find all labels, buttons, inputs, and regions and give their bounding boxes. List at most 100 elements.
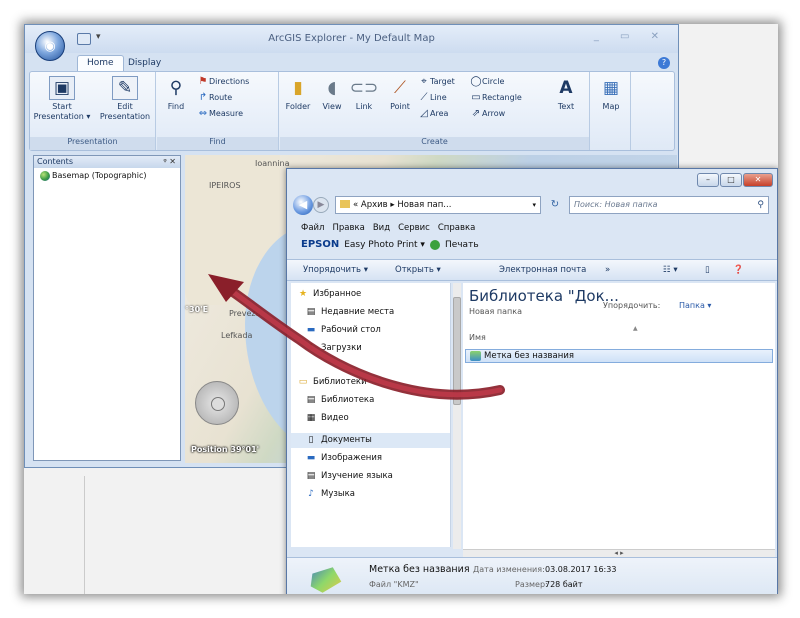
- window-title: ArcGIS Explorer - My Default Map: [268, 33, 435, 44]
- start-presentation-button[interactable]: ▣ Start Presentation ▾: [32, 76, 92, 122]
- search-input[interactable]: Поиск: Новая папка ⚲: [569, 196, 769, 214]
- circle-label: Circle: [482, 77, 505, 86]
- area-icon: ◿: [420, 108, 428, 119]
- open-button[interactable]: Открыть ▾: [395, 265, 441, 275]
- arcgis-titlebar: ▾ ArcGIS Explorer - My Default Map _ ▭ ✕: [25, 25, 678, 53]
- email-button[interactable]: Электронная почта: [499, 265, 586, 275]
- horizontal-scrollbar[interactable]: ◂ ▸: [463, 549, 775, 557]
- search-icon[interactable]: ⚲: [757, 197, 764, 213]
- menu-tools[interactable]: Сервис: [398, 223, 430, 233]
- navigation-control[interactable]: [195, 381, 239, 425]
- nav-images[interactable]: ▬ Изображения: [307, 453, 382, 463]
- tab-home[interactable]: Home: [77, 55, 124, 72]
- nav-recent[interactable]: ▤ Недавние места: [307, 307, 394, 317]
- line-icon: ⟋: [420, 92, 428, 103]
- basemap-label: Basemap (Topographic): [52, 171, 147, 180]
- refresh-button[interactable]: ↻: [547, 196, 563, 214]
- column-header-name[interactable]: Имя: [469, 333, 486, 342]
- library-title: Библиотека "Док...: [469, 287, 619, 305]
- nav-downloads[interactable]: ⬇ Загрузки: [307, 343, 362, 353]
- view-label: View: [322, 102, 342, 111]
- directions-button[interactable]: ⚑ Directions: [197, 76, 250, 87]
- globe-icon: [40, 171, 50, 181]
- find-button[interactable]: ⚲ Find: [161, 76, 191, 112]
- target-button[interactable]: ⌖ Target: [418, 76, 455, 87]
- text-icon: A: [559, 78, 573, 98]
- nav-scrollbar[interactable]: [453, 283, 461, 549]
- pin-close-icons[interactable]: ᵠ ✕: [163, 156, 176, 168]
- binoculars-icon: ⚲: [169, 78, 183, 98]
- measure-label: Measure: [209, 109, 243, 118]
- application-menu-button[interactable]: ◉: [35, 31, 65, 61]
- help-icon[interactable]: ❓: [733, 265, 744, 275]
- ribbon-tabs: Home Display ?: [25, 53, 678, 72]
- explorer-window-controls: – □ ✕: [697, 173, 773, 187]
- circle-button[interactable]: ◯Circle: [470, 76, 504, 87]
- file-thumbnail-icon: [310, 567, 342, 593]
- text-button[interactable]: A Text: [550, 76, 582, 112]
- route-button[interactable]: ↱ Route: [197, 92, 232, 103]
- nav-language[interactable]: ▤ Изучение языка: [307, 471, 393, 481]
- folder-button[interactable]: ▮ Folder: [282, 76, 314, 112]
- address-path: « Архив ▸ Новая пап...: [353, 200, 452, 210]
- ribbon: ▣ Start Presentation ▾ ✎ Edit Presentati…: [29, 71, 675, 151]
- details-modified-value: 03.08.2017 16:33: [545, 565, 617, 574]
- area-button[interactable]: ◿ Area: [418, 108, 448, 119]
- arrange-by-dropdown[interactable]: Папка ▾: [679, 301, 711, 310]
- file-row[interactable]: Метка без названия: [465, 349, 773, 363]
- view-button[interactable]: ◖ View: [318, 76, 346, 112]
- nav-libraries[interactable]: ▭ Библиотеки: [299, 377, 367, 387]
- menu-help[interactable]: Справка: [438, 223, 475, 233]
- measure-button[interactable]: ⇔ Measure: [197, 108, 243, 119]
- nav-desktop[interactable]: ▬ Рабочий стол: [307, 325, 381, 335]
- nav-favorites[interactable]: ★ Избранное: [299, 289, 361, 299]
- more-commands-button[interactable]: »: [605, 265, 610, 275]
- link-button[interactable]: ⊂⊃ Link: [350, 76, 379, 112]
- nav-library[interactable]: ▤ Библиотека: [307, 395, 375, 405]
- edit-presentation-button[interactable]: ✎ Edit Presentation: [96, 76, 154, 122]
- window-controls[interactable]: _ ▭ ✕: [594, 31, 668, 42]
- nav-documents[interactable]: ▯ Документы: [309, 435, 372, 445]
- nav-video[interactable]: ▦ Видео: [307, 413, 349, 423]
- arrow-icon: ⇗: [471, 108, 481, 119]
- address-dropdown-icon[interactable]: ▾: [532, 197, 536, 213]
- nav-video-label: Видео: [321, 413, 349, 423]
- print-button[interactable]: Печать: [445, 240, 479, 250]
- rectangle-icon: ▭: [471, 92, 481, 103]
- menu-file[interactable]: Файл: [301, 223, 324, 233]
- address-bar[interactable]: « Архив ▸ Новая пап... ▾: [335, 196, 541, 214]
- menu-edit[interactable]: Правка: [332, 223, 364, 233]
- point-button[interactable]: ⟋ Point: [386, 76, 414, 112]
- minimize-button[interactable]: –: [697, 173, 719, 187]
- rectangle-button[interactable]: ▭Rectangle: [470, 92, 522, 103]
- maximize-button[interactable]: □: [720, 173, 742, 187]
- file-list-pane: Библиотека "Док... Новая папка Упорядочи…: [463, 283, 775, 549]
- arrow-button[interactable]: ⇗ Arrow: [470, 108, 505, 119]
- preview-pane-icon[interactable]: ▯: [705, 265, 710, 275]
- line-button[interactable]: ⟋ Line: [418, 92, 447, 103]
- edit-presentation-label: Edit Presentation: [99, 102, 151, 121]
- basemap-layer[interactable]: Basemap (Topographic): [34, 168, 180, 181]
- close-button[interactable]: ✕: [743, 173, 773, 187]
- navigation-pane: ★ Избранное ▤ Недавние места ▬ Рабочий стол…: [291, 283, 451, 547]
- desktop-icon: ▬: [306, 325, 316, 335]
- organize-button[interactable]: Упорядочить ▾: [303, 265, 368, 275]
- nav-downloads-label: Загрузки: [321, 343, 362, 353]
- tab-display[interactable]: Display: [119, 56, 170, 70]
- details-pane: Метка без названия Дата изменения: 03.08…: [287, 557, 777, 594]
- help-icon[interactable]: ?: [658, 57, 670, 69]
- create-group-label: Create: [280, 137, 589, 150]
- nav-music[interactable]: ♪ Музыка: [308, 489, 355, 499]
- back-button[interactable]: ◀: [293, 195, 313, 215]
- edit-icon: ✎: [112, 76, 138, 100]
- map-label-ipeiros: IPEIROS: [209, 181, 241, 190]
- map-button[interactable]: ▦ Map: [595, 76, 627, 112]
- point-label: Point: [390, 102, 410, 111]
- views-icon[interactable]: ☷ ▾: [663, 265, 678, 275]
- start-presentation-label: Start Presentation ▾: [33, 102, 91, 121]
- easy-photo-print-button[interactable]: Easy Photo Print ▾: [344, 240, 425, 250]
- forward-button[interactable]: ▶: [313, 197, 329, 213]
- circle-icon: ◯: [470, 76, 482, 87]
- menu-view[interactable]: Вид: [373, 223, 390, 233]
- nav-scrollbar-thumb[interactable]: [453, 297, 461, 405]
